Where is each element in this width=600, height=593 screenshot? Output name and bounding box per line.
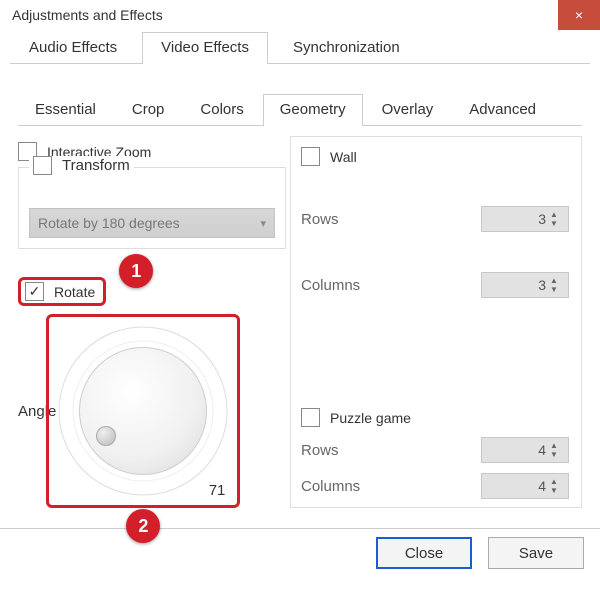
window-title: Adjustments and Effects xyxy=(12,7,163,23)
transform-select[interactable]: Rotate by 180 degrees ▾ xyxy=(29,208,275,238)
tab-essential[interactable]: Essential xyxy=(18,94,113,126)
spinner-buttons-icon: ▲▼ xyxy=(550,475,564,497)
rotate-checkbox[interactable] xyxy=(25,282,44,301)
rotate-highlight: Rotate 1 xyxy=(18,277,106,306)
puzzle-rows-value: 4 xyxy=(538,442,546,458)
angle-dial[interactable] xyxy=(79,347,207,475)
tab-geometry[interactable]: Geometry xyxy=(263,94,363,126)
puzzle-checkbox[interactable] xyxy=(301,408,320,427)
wall-rows-label: Rows xyxy=(301,211,339,228)
wall-checkbox[interactable] xyxy=(301,147,320,166)
wall-label: Wall xyxy=(330,149,357,165)
puzzle-columns-label: Columns xyxy=(301,478,360,495)
transform-selected-value: Rotate by 180 degrees xyxy=(38,215,180,231)
tab-audio-effects[interactable]: Audio Effects xyxy=(10,32,136,64)
tab-advanced[interactable]: Advanced xyxy=(452,94,553,126)
spinner-buttons-icon: ▲▼ xyxy=(550,208,564,230)
wall-rows-value: 3 xyxy=(538,211,546,227)
main-tabs: Audio Effects Video Effects Synchronizat… xyxy=(10,32,590,64)
tab-overlay[interactable]: Overlay xyxy=(365,94,451,126)
angle-dial-ticks: 71 xyxy=(55,323,231,499)
puzzle-rows-label: Rows xyxy=(301,442,339,459)
save-button[interactable]: Save xyxy=(488,537,584,569)
wall-rows-spinner[interactable]: 3 ▲▼ xyxy=(481,206,569,232)
chevron-down-icon: ▾ xyxy=(260,217,266,230)
puzzle-rows-spinner[interactable]: 4 ▲▼ xyxy=(481,437,569,463)
puzzle-columns-value: 4 xyxy=(538,478,546,494)
tab-colors[interactable]: Colors xyxy=(183,94,260,126)
tab-crop[interactable]: Crop xyxy=(115,94,182,126)
transform-checkbox[interactable] xyxy=(33,156,52,175)
wall-columns-label: Columns xyxy=(301,277,360,294)
window-close-button[interactable]: × xyxy=(558,0,600,30)
angle-value: 71 xyxy=(209,482,226,499)
spinner-buttons-icon: ▲▼ xyxy=(550,274,564,296)
close-icon: × xyxy=(575,7,583,23)
wall-columns-value: 3 xyxy=(538,277,546,293)
annotation-badge-1: 1 xyxy=(119,254,153,288)
sub-tabs: Essential Crop Colors Geometry Overlay A… xyxy=(18,94,582,126)
angle-dial-highlight: 71 2 xyxy=(46,314,240,508)
tab-synchronization[interactable]: Synchronization xyxy=(274,32,419,64)
spinner-buttons-icon: ▲▼ xyxy=(550,439,564,461)
close-button[interactable]: Close xyxy=(376,537,472,569)
rotate-label: Rotate xyxy=(54,284,95,300)
transform-group: Transform Rotate by 180 degrees ▾ xyxy=(18,167,286,249)
puzzle-columns-spinner[interactable]: 4 ▲▼ xyxy=(481,473,569,499)
wall-columns-spinner[interactable]: 3 ▲▼ xyxy=(481,272,569,298)
annotation-badge-2: 2 xyxy=(126,509,160,543)
tab-video-effects[interactable]: Video Effects xyxy=(142,32,268,64)
dial-indicator-icon xyxy=(96,426,116,446)
puzzle-label: Puzzle game xyxy=(330,410,411,426)
transform-label: Transform xyxy=(62,157,130,174)
